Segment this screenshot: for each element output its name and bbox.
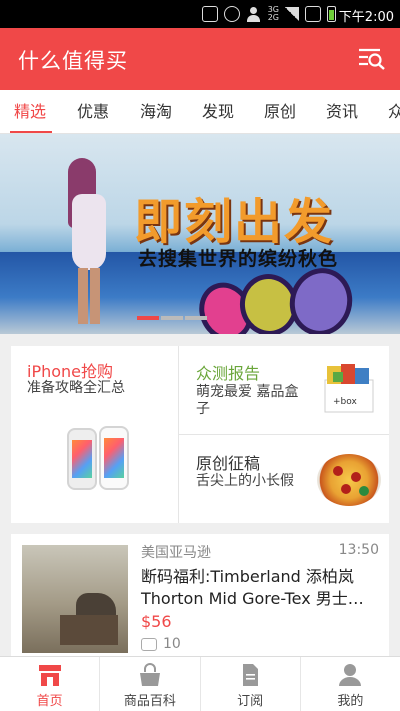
gift-box-label: +box	[333, 397, 357, 407]
crowdtest-subtitle: 萌宠最爱 嘉品盒子	[196, 384, 299, 417]
nav-encyclopedia[interactable]: 商品百科	[100, 657, 201, 711]
banner-headline: 即刻出发	[134, 194, 335, 250]
nav-home[interactable]: 首页	[0, 657, 101, 711]
category-tabs: 精选 优惠 海淘 发现 原创 资讯 众	[0, 90, 400, 134]
tab-featured[interactable]: 精选	[14, 90, 46, 133]
banner-page-indicator-3[interactable]	[185, 316, 207, 320]
home-icon	[38, 665, 61, 686]
tab-news[interactable]: 资讯	[326, 90, 358, 133]
article-comments: 10	[141, 636, 181, 652]
nav-home-label: 首页	[36, 694, 63, 709]
alarm-icon	[223, 6, 240, 22]
iphone-promo-subtitle: 准备攻略全汇总	[27, 380, 125, 396]
banner-page-indicator-1[interactable]	[137, 316, 159, 320]
vibrate-icon	[201, 6, 218, 22]
iphone-promo-title: iPhone抢购	[27, 362, 114, 381]
app-bar: 什么值得买	[0, 28, 400, 90]
bag-icon	[139, 663, 160, 686]
article-price: $56	[141, 612, 172, 631]
nav-profile-label: 我的	[337, 694, 364, 709]
network-type: 3G 2G	[268, 6, 279, 22]
crowdtest-title: 众测报告	[196, 364, 261, 383]
iphone-image	[99, 426, 129, 490]
crowdtest-report-card[interactable]: 众测报告 萌宠最爱 嘉品盒子 +box	[179, 346, 389, 434]
deal-article-card[interactable]: 美国亚马逊 13:50 断码福利:Timberland 添柏岚 Thorton …	[11, 534, 389, 656]
pizza-image	[317, 454, 381, 506]
sim-icon	[305, 6, 321, 22]
app-title: 什么值得买	[18, 49, 128, 73]
document-icon	[243, 664, 259, 686]
comment-icon	[141, 637, 157, 651]
contacts-icon	[246, 6, 262, 22]
tab-crowdtest[interactable]: 众	[388, 90, 400, 133]
nav-subscribe-label: 订阅	[237, 694, 264, 709]
search-menu-icon[interactable]	[358, 46, 386, 72]
tab-discover[interactable]: 发现	[202, 90, 234, 133]
user-icon	[339, 664, 362, 686]
bottom-navigation: 首页 商品百科 订阅 我的	[0, 656, 400, 711]
tab-deals[interactable]: 优惠	[77, 90, 109, 133]
article-store: 美国亚马逊	[141, 545, 211, 561]
iphone-promo-card[interactable]: iPhone抢购 准备攻略全汇总	[11, 346, 178, 523]
status-icons: 3G 2G	[201, 5, 336, 23]
boots-thumbnail	[22, 545, 128, 653]
comment-count: 10	[163, 636, 181, 652]
iphone-image	[67, 428, 97, 490]
banner-page-indicator-2[interactable]	[161, 316, 183, 320]
nav-profile[interactable]: 我的	[301, 657, 400, 711]
gift-box-image: +box	[324, 364, 374, 413]
feature-grid: iPhone抢购 准备攻略全汇总 众测报告 萌宠最爱 嘉品盒子 +box 原创征…	[11, 346, 389, 523]
banner-figure-legs	[78, 268, 100, 324]
battery-icon	[327, 6, 336, 22]
network-label-2: 2G	[267, 13, 279, 22]
status-time: 下午2:00	[338, 10, 394, 25]
promo-banner[interactable]: 即刻出发 去搜集世界的缤纷秋色	[0, 134, 400, 334]
nav-subscribe[interactable]: 订阅	[201, 657, 301, 711]
tab-overseas[interactable]: 海淘	[140, 90, 172, 133]
tab-original[interactable]: 原创	[264, 90, 296, 133]
nav-encyclopedia-label: 商品百科	[123, 694, 176, 709]
banner-subline: 去搜集世界的缤纷秋色	[138, 248, 339, 270]
banner-figure-dress	[72, 194, 106, 270]
original-call-subtitle: 舌尖上的小长假	[196, 473, 294, 489]
original-article-card[interactable]: 原创征稿 舌尖上的小长假	[179, 435, 389, 523]
signal-icon	[285, 7, 299, 21]
status-bar: 3G 2G 下午2:00	[0, 0, 400, 28]
article-time: 13:50	[338, 542, 379, 558]
article-title: 断码福利:Timberland 添柏岚 Thorton Mid Gore-Tex…	[141, 567, 364, 608]
original-call-title: 原创征稿	[196, 454, 261, 473]
